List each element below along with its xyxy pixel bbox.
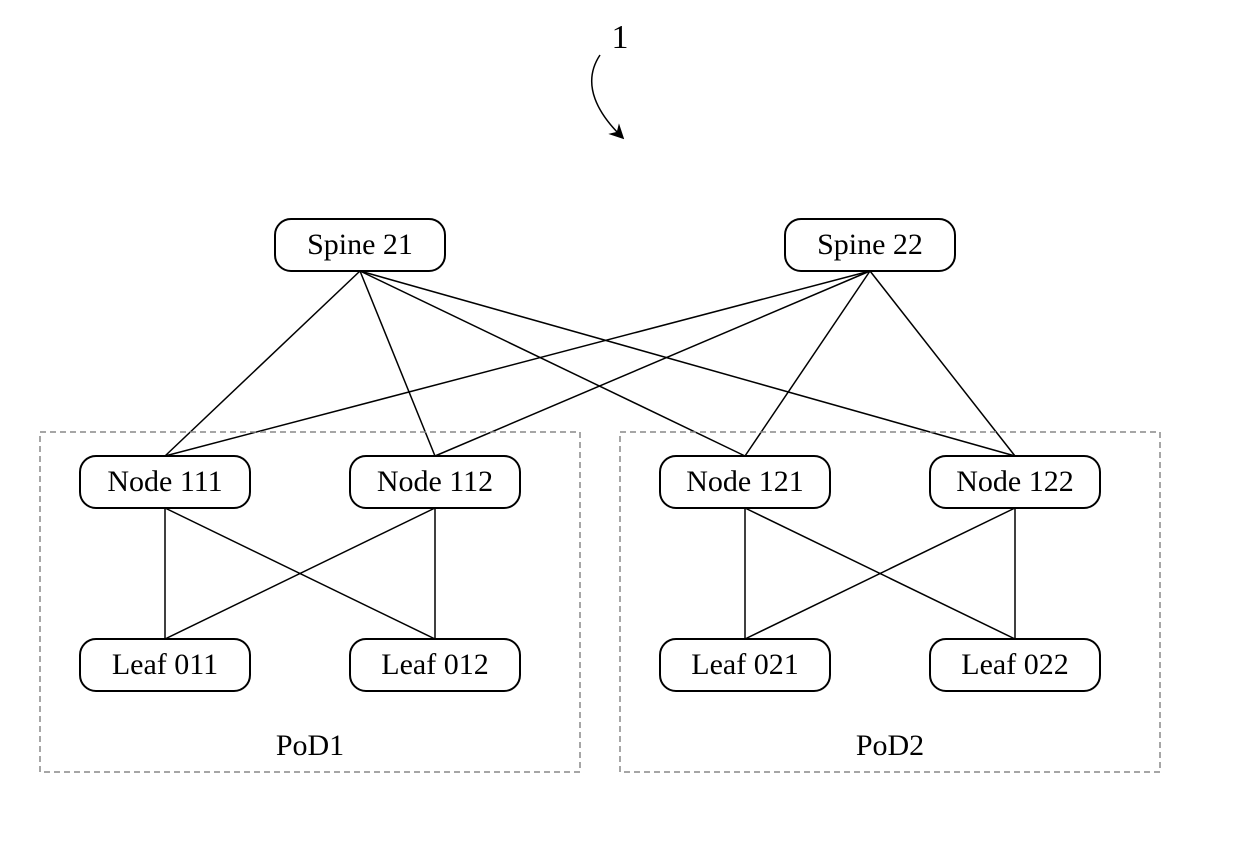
link-spine22-node122 [870, 271, 1015, 456]
node121-label: Node 121 [686, 465, 803, 498]
network-topology-diagram: 1 PoD1 PoD2 Spine 21 Spine 22 Node 111 Node … [0, 0, 1240, 846]
links-layer [165, 271, 1015, 639]
leaf022-label: Leaf 022 [961, 648, 1068, 681]
pod2-label: PoD2 [856, 729, 924, 762]
boxes-layer: Spine 21 Spine 22 Node 111 Node 112 Leaf 011… [80, 219, 1100, 691]
figure-label: 1 [612, 19, 629, 56]
spine22-label: Spine 22 [817, 228, 923, 261]
link-spine22-node112 [435, 271, 870, 456]
figure-arrow-icon [592, 55, 620, 135]
node112-label: Node 112 [377, 465, 493, 498]
spine21-label: Spine 21 [307, 228, 413, 261]
pod1-label: PoD1 [276, 729, 344, 762]
leaf021-label: Leaf 021 [691, 648, 798, 681]
link-spine21-node112 [360, 271, 435, 456]
leaf011-label: Leaf 011 [112, 648, 218, 681]
link-spine21-node111 [165, 271, 360, 456]
node122-label: Node 122 [956, 465, 1073, 498]
node111-label: Node 111 [107, 465, 222, 498]
leaf012-label: Leaf 012 [381, 648, 488, 681]
